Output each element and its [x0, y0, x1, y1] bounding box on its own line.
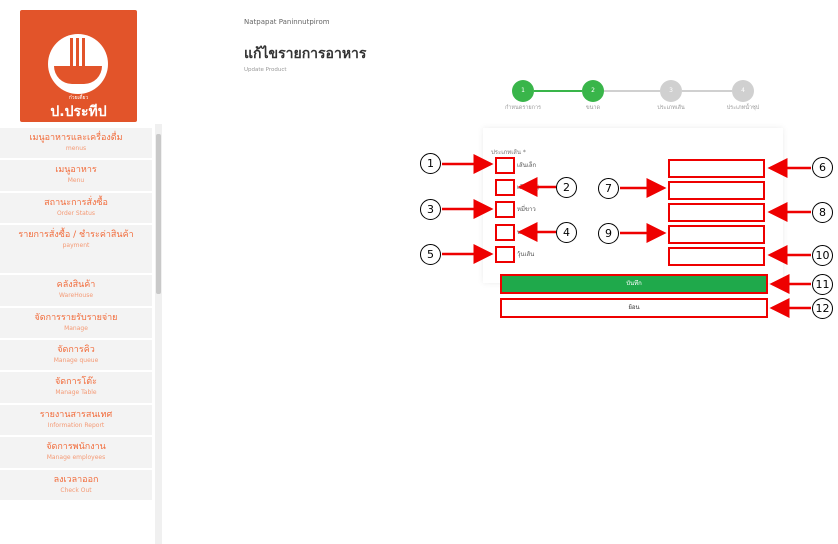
callout-2: 2 — [556, 177, 577, 198]
callout-10: 10 — [812, 245, 833, 266]
annotation-arrows — [442, 154, 811, 318]
callout-4: 4 — [556, 222, 577, 243]
callout-9: 9 — [598, 223, 619, 244]
callout-6: 6 — [812, 157, 833, 178]
callout-1: 1 — [420, 153, 441, 174]
callout-5: 5 — [420, 244, 441, 265]
callout-3: 3 — [420, 199, 441, 220]
callout-12: 12 — [812, 298, 833, 319]
callout-8: 8 — [812, 202, 833, 223]
callout-11: 11 — [812, 274, 833, 295]
callout-7: 7 — [598, 178, 619, 199]
